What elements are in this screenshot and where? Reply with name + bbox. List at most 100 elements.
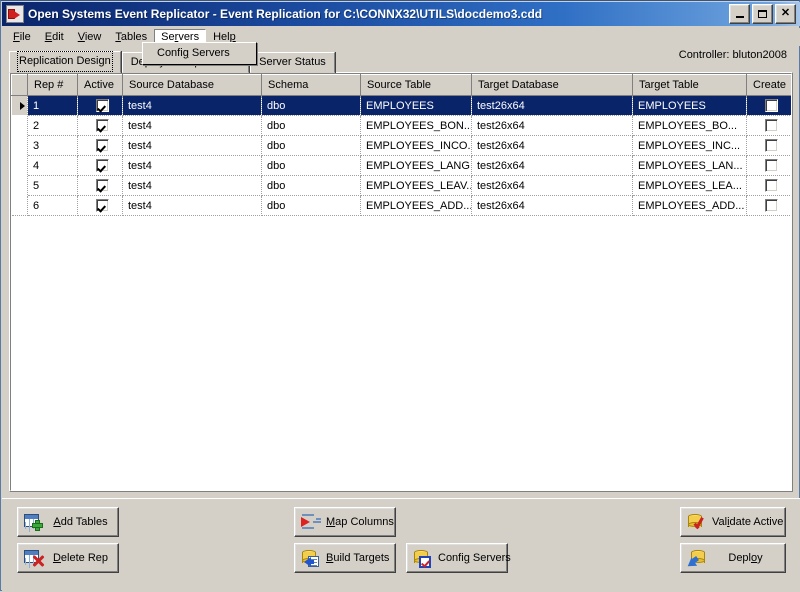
- cell-target-database[interactable]: test26x64: [472, 96, 633, 116]
- row-selector[interactable]: [12, 136, 28, 156]
- replication-grid[interactable]: Rep # Active Source Database Schema Sour…: [10, 73, 792, 491]
- cell-source-table[interactable]: EMPLOYEES_LANG: [361, 156, 472, 176]
- checkbox-checked-icon[interactable]: [96, 179, 109, 192]
- tab-server-status[interactable]: Server Status: [250, 52, 335, 73]
- column-header-target-table[interactable]: Target Table: [633, 75, 747, 96]
- cell-create[interactable]: [747, 116, 792, 136]
- checkbox-checked-icon[interactable]: [96, 159, 109, 172]
- config-servers-button[interactable]: Config Servers: [406, 543, 508, 573]
- minimize-button[interactable]: [729, 4, 750, 24]
- deploy-button[interactable]: Deploy: [680, 543, 786, 573]
- column-header-source-database[interactable]: Source Database: [123, 75, 262, 96]
- cell-schema[interactable]: dbo: [262, 136, 361, 156]
- cell-schema[interactable]: dbo: [262, 96, 361, 116]
- menu-view-label-rest: iew: [85, 31, 102, 43]
- cell-rep[interactable]: 5: [28, 176, 78, 196]
- cell-create[interactable]: [747, 96, 792, 116]
- cell-create[interactable]: [747, 136, 792, 156]
- cell-source-table[interactable]: EMPLOYEES: [361, 96, 472, 116]
- cell-source-database[interactable]: test4: [123, 96, 262, 116]
- cell-target-database[interactable]: test26x64: [472, 116, 633, 136]
- checkbox-unchecked-icon[interactable]: [765, 199, 778, 212]
- cell-source-database[interactable]: test4: [123, 116, 262, 136]
- table-row[interactable]: 2 test4dboEMPLOYEES_BON...test26x64EMPLOY…: [12, 116, 792, 136]
- table-row[interactable]: 5 test4dboEMPLOYEES_LEAV...test26x64EMPLO…: [12, 176, 792, 196]
- cell-target-table[interactable]: EMPLOYEES_ADD...: [633, 196, 747, 216]
- add-tables-button[interactable]: Add Tables: [17, 507, 119, 537]
- cell-schema[interactable]: dbo: [262, 116, 361, 136]
- row-selector[interactable]: [12, 96, 28, 116]
- checkbox-unchecked-icon[interactable]: [765, 99, 778, 112]
- cell-active[interactable]: [78, 96, 123, 116]
- cell-schema[interactable]: dbo: [262, 196, 361, 216]
- cell-target-table[interactable]: EMPLOYEES_INC...: [633, 136, 747, 156]
- column-header-rep[interactable]: Rep #: [28, 75, 78, 96]
- cell-rep[interactable]: 3: [28, 136, 78, 156]
- row-selector[interactable]: [12, 176, 28, 196]
- menu-item-config-servers[interactable]: Config Servers: [143, 45, 256, 62]
- column-header-schema[interactable]: Schema: [262, 75, 361, 96]
- row-selector[interactable]: [12, 196, 28, 216]
- menu-view[interactable]: View: [71, 29, 109, 46]
- validate-active-button[interactable]: Validate Active: [680, 507, 786, 537]
- cell-target-database[interactable]: test26x64: [472, 176, 633, 196]
- cell-source-table[interactable]: EMPLOYEES_ADD...: [361, 196, 472, 216]
- checkbox-unchecked-icon[interactable]: [765, 159, 778, 172]
- cell-rep[interactable]: 4: [28, 156, 78, 176]
- cell-source-database[interactable]: test4: [123, 176, 262, 196]
- menu-file[interactable]: File: [6, 29, 38, 46]
- table-row[interactable]: 3 test4dboEMPLOYEES_INCO...test26x64EMPLO…: [12, 136, 792, 156]
- checkbox-unchecked-icon[interactable]: [765, 179, 778, 192]
- cell-schema[interactable]: dbo: [262, 176, 361, 196]
- cell-target-table[interactable]: EMPLOYEES_LEA...: [633, 176, 747, 196]
- column-header-create[interactable]: Create: [747, 75, 792, 96]
- cell-target-database[interactable]: test26x64: [472, 136, 633, 156]
- cell-schema[interactable]: dbo: [262, 156, 361, 176]
- checkbox-checked-icon[interactable]: [96, 119, 109, 132]
- cell-rep[interactable]: 2: [28, 116, 78, 136]
- cell-source-table[interactable]: EMPLOYEES_INCO...: [361, 136, 472, 156]
- cell-rep[interactable]: 6: [28, 196, 78, 216]
- cell-target-table[interactable]: EMPLOYEES_BO...: [633, 116, 747, 136]
- checkbox-unchecked-icon[interactable]: [765, 119, 778, 132]
- checkbox-unchecked-icon[interactable]: [765, 139, 778, 152]
- checkbox-checked-icon[interactable]: [96, 139, 109, 152]
- cell-active[interactable]: [78, 176, 123, 196]
- table-row[interactable]: 6test4dboEMPLOYEES_ADD...test26x64EMPLOY…: [12, 196, 792, 216]
- cell-active[interactable]: [78, 116, 123, 136]
- cell-source-database[interactable]: test4: [123, 156, 262, 176]
- column-header-source-table[interactable]: Source Table: [361, 75, 472, 96]
- cell-create[interactable]: [747, 196, 792, 216]
- cell-target-database[interactable]: test26x64: [472, 156, 633, 176]
- cell-active[interactable]: [78, 136, 123, 156]
- cell-active[interactable]: [78, 196, 123, 216]
- cell-source-table[interactable]: EMPLOYEES_LEAV...: [361, 176, 472, 196]
- table-row[interactable]: 1test4dboEMPLOYEEStest26x64EMPLOYEES: [12, 96, 792, 116]
- map-columns-button[interactable]: Map Columns: [294, 507, 396, 537]
- cell-create[interactable]: [747, 176, 792, 196]
- cell-create[interactable]: [747, 156, 792, 176]
- column-header-target-database[interactable]: Target Database: [472, 75, 633, 96]
- checkbox-checked-icon[interactable]: [96, 199, 109, 212]
- checkbox-checked-icon[interactable]: [96, 99, 109, 112]
- title-bar: Open Systems Event Replicator - Event Re…: [2, 2, 800, 26]
- tab-strip: Replication Design Deployed Replications…: [9, 54, 793, 73]
- cell-target-table[interactable]: EMPLOYEES_LAN...: [633, 156, 747, 176]
- cell-source-database[interactable]: test4: [123, 136, 262, 156]
- build-targets-button[interactable]: Build Targets: [294, 543, 396, 573]
- row-selector[interactable]: [12, 116, 28, 136]
- menu-edit[interactable]: Edit: [38, 29, 71, 46]
- cell-active[interactable]: [78, 156, 123, 176]
- row-selector[interactable]: [12, 156, 28, 176]
- maximize-button[interactable]: [752, 4, 773, 24]
- cell-source-table[interactable]: EMPLOYEES_BON...: [361, 116, 472, 136]
- table-row[interactable]: 4 test4dboEMPLOYEES_LANGtest26x64EMPLOYEE…: [12, 156, 792, 176]
- tab-replication-design[interactable]: Replication Design: [9, 51, 121, 73]
- cell-source-database[interactable]: test4: [123, 196, 262, 216]
- cell-target-table[interactable]: EMPLOYEES: [633, 96, 747, 116]
- cell-target-database[interactable]: test26x64: [472, 196, 633, 216]
- cell-rep[interactable]: 1: [28, 96, 78, 116]
- close-button[interactable]: ✕: [775, 4, 796, 24]
- column-header-active[interactable]: Active: [78, 75, 123, 96]
- delete-rep-button[interactable]: Delete Rep: [17, 543, 119, 573]
